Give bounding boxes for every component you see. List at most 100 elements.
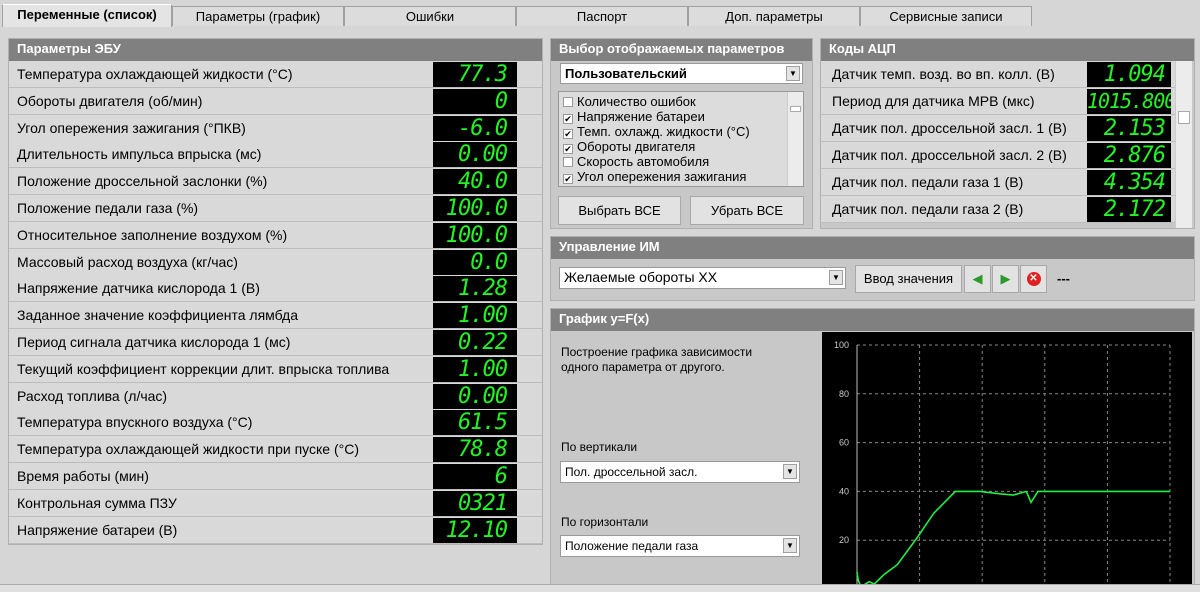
- y-tick-label: 20: [839, 535, 849, 545]
- param-row: Текущий коэффициент коррекции длит. впры…: [9, 355, 542, 383]
- adc-panel: Коды АЦП Датчик темп. возд. во вп. колл.…: [820, 38, 1195, 229]
- param-row: Температура охлаждающей жидкости (°C) 77.…: [9, 61, 542, 88]
- deselect-all-button[interactable]: Убрать ВСЕ: [690, 196, 804, 225]
- checkbox-unchecked-icon[interactable]: [563, 157, 573, 167]
- adc-label: Датчик пол. педали газа 1 (В): [832, 174, 1024, 190]
- param-row: Массовый расход воздуха (кг/час) 0.0: [9, 248, 542, 276]
- y-tick-label: 100: [834, 340, 849, 350]
- param-checkbox-item[interactable]: ✔ Обороты двигателя: [563, 139, 695, 154]
- tab-1[interactable]: Параметры (график): [172, 6, 344, 26]
- param-row: Заданное значение коэффициента лямбда 1.0…: [9, 302, 542, 330]
- param-label: Положение педали газа (%): [17, 200, 199, 216]
- adc-row: Датчик темп. возд. во вп. колл. (В) 1.094: [821, 61, 1175, 88]
- status-bar: [0, 584, 1200, 592]
- horizontal-label: По горизонтали: [561, 515, 649, 529]
- param-row: Относительное заполнение воздухом (%) 100…: [9, 221, 542, 249]
- param-value: 100.0: [433, 222, 517, 248]
- actuator-value: Желаемые обороты ХХ: [564, 269, 718, 285]
- enter-value-button[interactable]: Ввод значения: [855, 265, 962, 293]
- checkbox-checked-icon[interactable]: ✔: [563, 174, 573, 184]
- param-label: Период сигнала датчика кислорода 1 (мс): [17, 334, 291, 350]
- tab-4[interactable]: Доп. параметры: [688, 6, 860, 26]
- adc-value: 2.172: [1087, 197, 1171, 222]
- graph-description: Построение графика зависимости одного па…: [561, 345, 753, 374]
- param-value: 12.10: [433, 517, 517, 543]
- param-checklist: Количество ошибок ✔ Напряжение батареи ✔ Тем…: [558, 91, 804, 187]
- ecu-params-panel: Параметры ЭБУ Температура охлаждающей жи…: [8, 38, 543, 545]
- adc-row: Датчик пол. педали газа 1 (В) 4.354: [821, 169, 1175, 196]
- param-label: Массовый расход воздуха (кг/час): [17, 253, 238, 270]
- param-value: 1.28: [433, 276, 517, 302]
- param-label: Текущий коэффициент коррекции длит. впры…: [17, 360, 390, 377]
- adc-row: Период для датчика МРВ (мкс) 1015.800: [821, 88, 1175, 115]
- param-label: Заданное значение коэффициента лямбда: [17, 307, 298, 324]
- chevron-down-icon: ▼: [783, 538, 797, 553]
- checkbox-label: Напряжение батареи: [577, 109, 705, 124]
- panel-title: Управление ИМ: [551, 237, 1194, 259]
- adc-value: 4.354: [1087, 170, 1171, 195]
- select-all-button[interactable]: Выбрать ВСЕ: [558, 196, 681, 225]
- chevron-down-icon: ▼: [786, 66, 800, 81]
- param-checkbox-item[interactable]: ✔ Темп. охлажд. жидкости (°C): [563, 124, 750, 139]
- cancel-icon[interactable]: ✕: [1020, 265, 1047, 293]
- param-row: Длительность импульса впрыска (мс) 0.00: [9, 141, 542, 169]
- param-row: Положение педали газа (%) 100.0: [9, 195, 542, 222]
- preset-dropdown[interactable]: Пользовательский ▼: [560, 63, 803, 84]
- param-label: Расход топлива (л/час): [17, 387, 168, 404]
- tab-0[interactable]: Переменные (список): [2, 4, 172, 27]
- param-checkbox-item[interactable]: Количество ошибок: [563, 94, 696, 109]
- param-row: Время работы (мин) 6: [9, 463, 542, 490]
- param-value: 0.00: [433, 142, 517, 168]
- chevron-down-icon: ▼: [829, 270, 843, 285]
- param-label: Температура впускного воздуха (°C): [17, 414, 253, 431]
- adc-label: Датчик пол. педали газа 2 (В): [832, 201, 1024, 217]
- vertical-value: Пол. дроссельной засл.: [565, 465, 698, 479]
- actuator-dropdown[interactable]: Желаемые обороты ХХ ▼: [559, 267, 846, 289]
- param-row: Напряжение батареи (В) 12.10: [9, 516, 542, 544]
- tab-5[interactable]: Сервисные записи: [860, 6, 1032, 26]
- horizontal-param-dropdown[interactable]: Положение педали газа ▼: [560, 535, 800, 557]
- checkbox-checked-icon[interactable]: ✔: [563, 114, 573, 124]
- param-row: Период сигнала датчика кислорода 1 (мс) 0…: [9, 329, 542, 356]
- param-row: Положение дроссельной заслонки (%) 40.0: [9, 168, 542, 196]
- param-checkbox-item[interactable]: ✔ Напряжение батареи: [563, 109, 705, 124]
- tab-3[interactable]: Паспорт: [516, 6, 688, 26]
- param-value: 1.00: [433, 303, 517, 329]
- arrow-right-icon[interactable]: ▶: [992, 265, 1019, 293]
- param-row: Напряжение датчика кислорода 1 (В) 1.28: [9, 275, 542, 303]
- scrollbar[interactable]: [787, 92, 803, 186]
- param-value: 0.22: [433, 330, 517, 355]
- checkbox-checked-icon[interactable]: ✔: [563, 129, 573, 139]
- param-value: 100.0: [433, 196, 517, 221]
- param-value: 0: [433, 88, 517, 114]
- adc-label: Датчик пол. дроссельной засл. 2 (В): [832, 147, 1067, 163]
- adc-label: Датчик пол. дроссельной засл. 1 (В): [832, 120, 1067, 136]
- param-checkbox-item[interactable]: Скорость автомобиля: [563, 154, 709, 169]
- checkbox-unchecked-icon[interactable]: [563, 97, 573, 107]
- param-row: Температура впускного воздуха (°C) 61.5: [9, 409, 542, 437]
- adc-value: 2.876: [1087, 143, 1171, 168]
- param-label: Время работы (мин): [17, 468, 149, 484]
- adc-value: 1015.800: [1087, 89, 1171, 114]
- checkbox-label: Обороты двигателя: [577, 139, 696, 154]
- param-value: 6: [433, 464, 517, 489]
- vertical-param-dropdown[interactable]: Пол. дроссельной засл. ▼: [560, 461, 800, 483]
- param-value: 0.00: [433, 383, 517, 409]
- scrollbar[interactable]: [1175, 61, 1192, 228]
- adc-row: Датчик пол. дроссельной засл. 2 (В) 2.876: [821, 142, 1175, 169]
- param-label: Температура охлаждающей жидкости при пус…: [17, 441, 359, 458]
- param-label: Контрольная сумма ПЗУ: [17, 494, 177, 511]
- param-row: Обороты двигателя (об/мин) 0: [9, 87, 542, 115]
- xy-chart: 20 40 60 80 100: [822, 332, 1192, 589]
- arrow-left-icon[interactable]: ◀: [964, 265, 991, 293]
- adc-row: Датчик пол. педали газа 2 (В) 2.172: [821, 196, 1175, 223]
- control-status: ---: [1057, 271, 1070, 286]
- param-row: Контрольная сумма ПЗУ 0321: [9, 489, 542, 517]
- adc-value: 2.153: [1087, 116, 1171, 141]
- param-checkbox-item[interactable]: ✔ Угол опережения зажигания: [563, 169, 746, 184]
- tab-2[interactable]: Ошибки: [344, 6, 516, 26]
- param-label: Напряжение датчика кислорода 1 (В): [17, 280, 260, 297]
- param-label: Напряжение батареи (В): [17, 521, 178, 538]
- checkbox-checked-icon[interactable]: ✔: [563, 144, 573, 154]
- actuator-control-panel: Управление ИМ Желаемые обороты ХХ ▼ Ввод …: [550, 236, 1195, 301]
